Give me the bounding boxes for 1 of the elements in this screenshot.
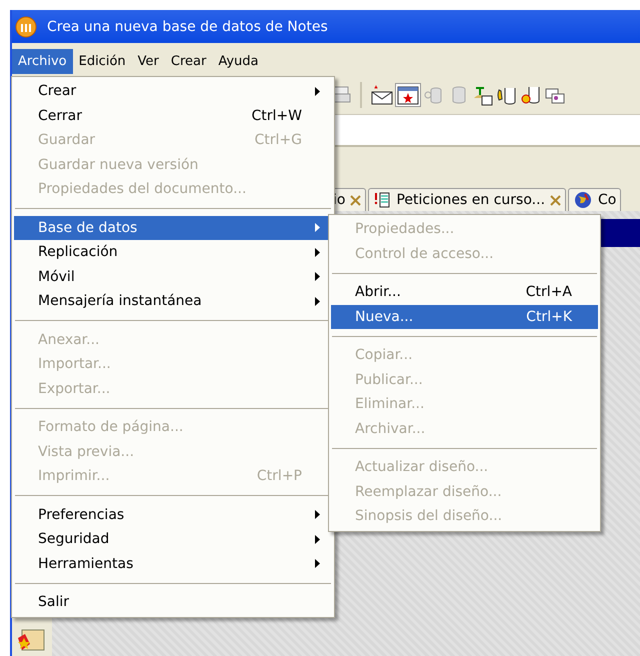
window-title: Crea una nueva base de datos de Notes	[47, 18, 328, 34]
